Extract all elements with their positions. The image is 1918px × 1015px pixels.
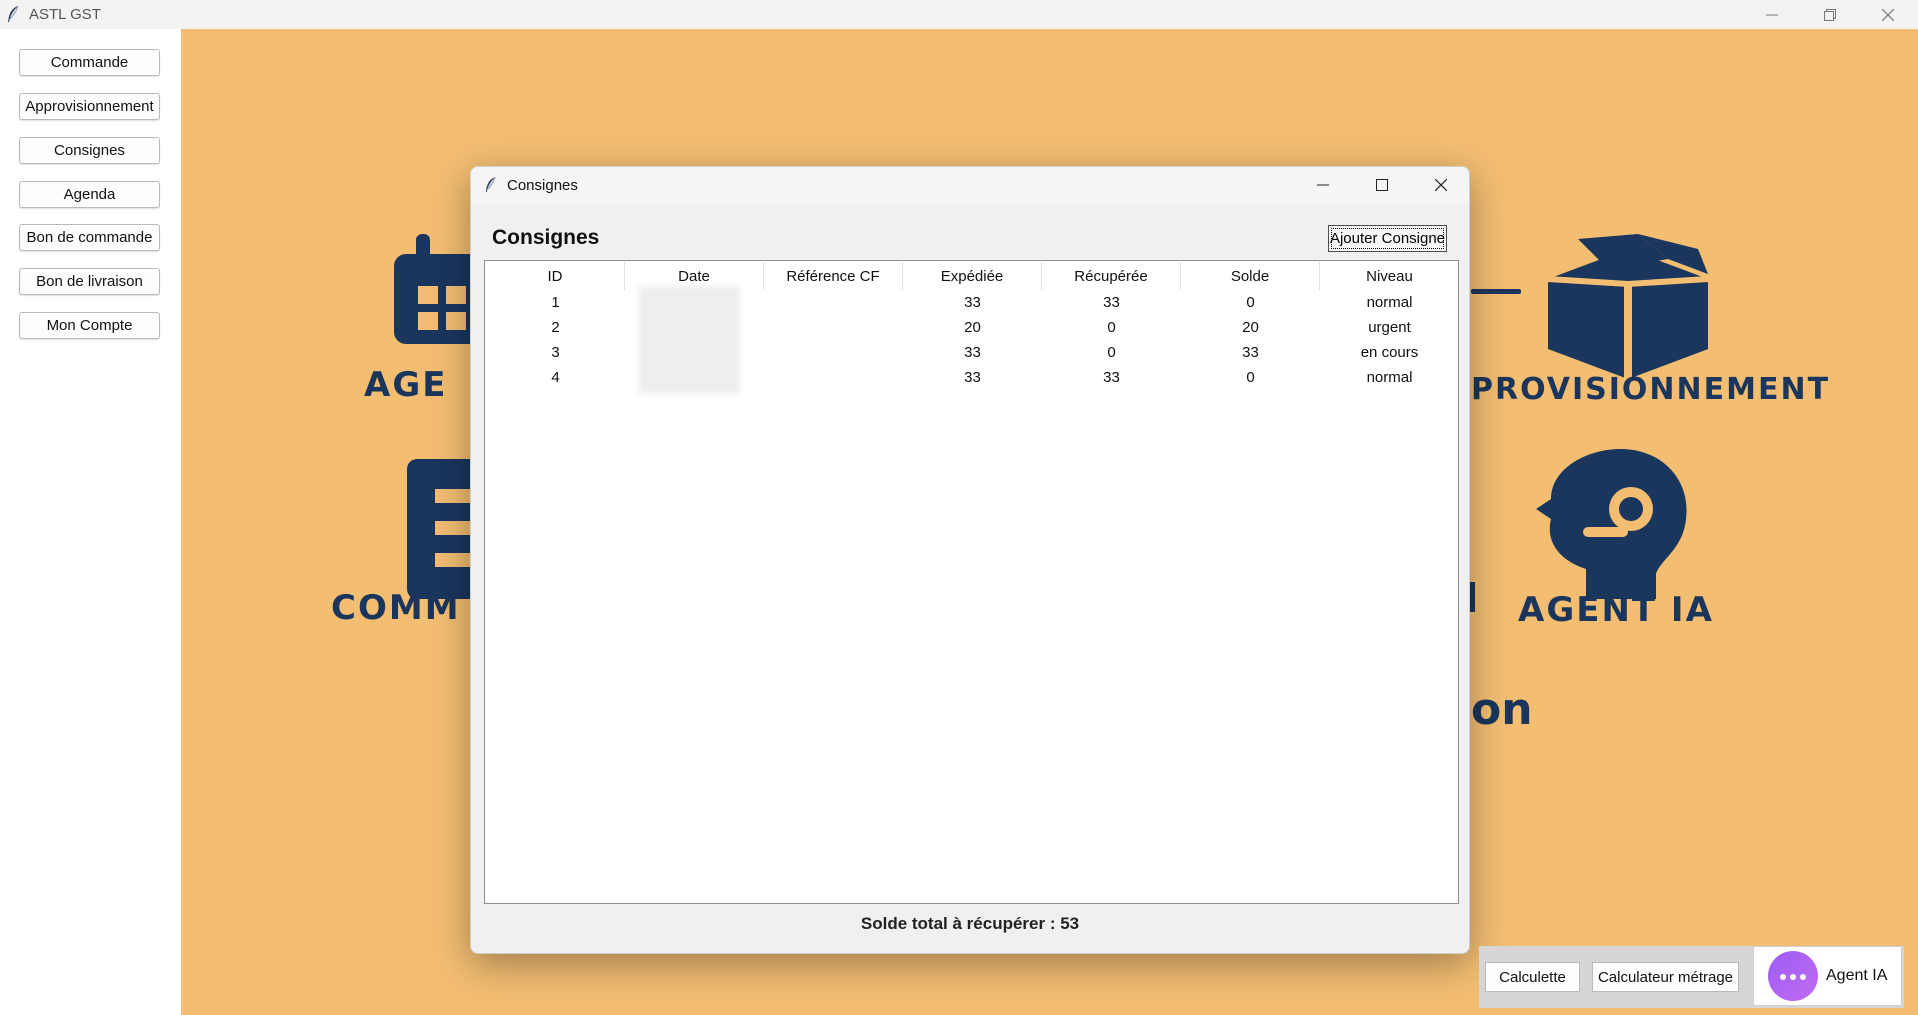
calculateur-metrage-button[interactable]: Calculateur métrage: [1592, 962, 1739, 992]
dialog-close-button[interactable]: [1421, 171, 1461, 199]
table-row[interactable]: 4 33 33 0 normal: [486, 365, 1459, 390]
table-header: ID Date Référence CF Expédiée Récupérée …: [486, 262, 1459, 290]
sidebar-item-bon-de-commande[interactable]: Bon de commande: [19, 224, 160, 251]
table-row[interactable]: 2 20 0 20 urgent: [486, 315, 1459, 340]
bg-label-commande: COMM: [331, 588, 461, 628]
box-icon: [1547, 234, 1709, 379]
sidebar-item-commande[interactable]: Commande: [19, 49, 160, 76]
consignes-dialog: Consignes Consignes Ajouter Consigne ID …: [470, 166, 1470, 954]
cell-niveau: normal: [1366, 294, 1413, 311]
sidebar-item-mon-compte[interactable]: Mon Compte: [19, 312, 160, 339]
close-icon: [1435, 179, 1447, 191]
minimize-button[interactable]: [1743, 0, 1801, 29]
dialog-title: Consignes: [507, 177, 578, 194]
bg-label-fragment: on: [1471, 684, 1533, 735]
minimize-icon: [1766, 14, 1778, 15]
cell-expediee: 33: [964, 344, 981, 361]
dialog-heading: Consignes: [492, 226, 600, 249]
cell-solde: 20: [1242, 319, 1259, 336]
cell-reference: [764, 290, 903, 315]
connector-bar-icon: [1470, 582, 1475, 612]
total-solde-label: Solde total à récupérer : 53: [860, 914, 1080, 933]
bg-label-agent-ia: AGENT IA: [1518, 590, 1714, 630]
ai-head-icon: [1536, 449, 1687, 599]
cell-expediee: 33: [964, 369, 981, 386]
sidebar-item-consignes[interactable]: Consignes: [19, 137, 160, 164]
cell-reference: [764, 365, 903, 390]
bg-label-agenda: AGE: [364, 365, 448, 405]
cell-recuperee: 0: [1107, 344, 1116, 361]
column-header-recuperee[interactable]: Récupérée: [1042, 262, 1181, 290]
minimize-icon: [1317, 184, 1329, 186]
sidebar-item-bon-de-livraison[interactable]: Bon de livraison: [19, 268, 160, 295]
close-icon: [1882, 8, 1894, 21]
calculette-button[interactable]: Calculette: [1485, 962, 1580, 992]
table-row[interactable]: 1 33 33 0 normal: [486, 290, 1459, 315]
dialog-minimize-button[interactable]: [1303, 171, 1343, 199]
consignes-table[interactable]: ID Date Référence CF Expédiée Récupérée …: [484, 260, 1459, 904]
cell-expediee: 33: [964, 294, 981, 311]
sidebar-item-approvisionnement[interactable]: Approvisionnement: [19, 93, 160, 120]
cell-expediee: 20: [964, 319, 981, 336]
window-title: ASTL GST: [29, 6, 101, 23]
maximize-icon: [1376, 179, 1388, 191]
cell-niveau: urgent: [1368, 319, 1411, 336]
chat-bubble-icon: [1768, 951, 1818, 1001]
cell-id: 4: [551, 369, 560, 386]
restore-button[interactable]: [1801, 0, 1859, 29]
dialog-title-bar: Consignes: [471, 167, 1469, 203]
cell-recuperee: 0: [1107, 319, 1116, 336]
column-header-reference[interactable]: Référence CF: [764, 262, 903, 290]
connector-line-icon: [1471, 289, 1521, 294]
add-consigne-button[interactable]: Ajouter Consigne: [1328, 225, 1447, 252]
agent-ia-label: Agent IA: [1826, 967, 1888, 984]
column-header-expediee[interactable]: Expédiée: [903, 262, 1042, 290]
cell-niveau: normal: [1366, 369, 1413, 386]
cell-reference: [764, 340, 903, 365]
main-title-bar: ASTL GST: [0, 0, 1918, 29]
cell-recuperee: 33: [1103, 369, 1120, 386]
cell-recuperee: 33: [1103, 294, 1120, 311]
cell-solde: 33: [1242, 344, 1259, 361]
cell-reference: [764, 315, 903, 340]
feather-icon: [485, 176, 496, 192]
dialog-maximize-button[interactable]: [1362, 171, 1402, 199]
cell-id: 1: [551, 294, 560, 311]
sidebar-item-agenda[interactable]: Agenda: [19, 181, 160, 208]
cell-id: 3: [551, 344, 560, 361]
restore-icon: [1824, 8, 1836, 21]
feather-icon: [8, 5, 19, 22]
bg-label-approvisionnement: PROVISIONNEMENT: [1471, 372, 1831, 407]
cell-id: 2: [551, 319, 560, 336]
sidebar: Commande Approvisionnement Consignes Age…: [0, 29, 181, 1015]
redacted-date-block: [639, 286, 740, 394]
column-header-id[interactable]: ID: [486, 262, 625, 290]
cell-solde: 0: [1246, 369, 1255, 386]
close-button[interactable]: [1859, 0, 1917, 29]
agent-ia-button[interactable]: Agent IA: [1753, 946, 1902, 1006]
column-header-solde[interactable]: Solde: [1181, 262, 1320, 290]
table-row[interactable]: 3 33 0 33 en cours: [486, 340, 1459, 365]
column-header-niveau[interactable]: Niveau: [1320, 262, 1459, 290]
cell-niveau: en cours: [1360, 344, 1419, 361]
cell-solde: 0: [1246, 294, 1255, 311]
